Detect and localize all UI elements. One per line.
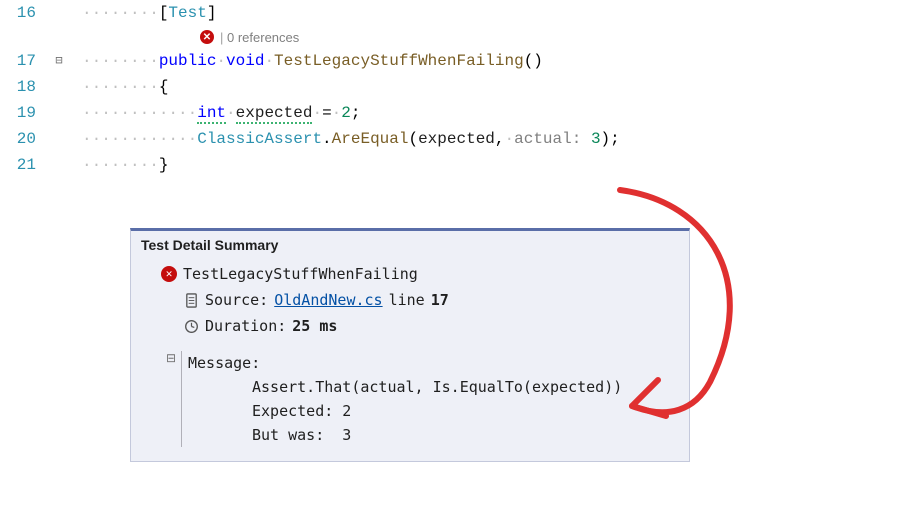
source-line-word: line [389, 287, 425, 313]
codelens-references[interactable]: 0 references [227, 30, 299, 45]
code-line[interactable]: 19 ············int·expected·=·2; [0, 100, 900, 126]
code-editor[interactable]: 16 ········[Test]✕| 0 references17⊟ ······… [0, 0, 900, 178]
code-line[interactable]: 21 ········} [0, 152, 900, 178]
line-number: 20 [0, 126, 44, 152]
source-file-link[interactable]: OldAndNew.cs [274, 287, 382, 313]
test-name-row: ✕ TestLegacyStuffWhenFailing [161, 261, 671, 287]
duration-label: Duration: [205, 313, 286, 339]
line-number: 19 [0, 100, 44, 126]
source-label: Source: [205, 287, 268, 313]
code-line[interactable]: 18 ········{ [0, 74, 900, 100]
code-line[interactable]: 16 ········[Test] [0, 0, 900, 26]
fold-toggle[interactable]: ⊟ [50, 48, 68, 74]
code-line[interactable]: 20 ············ClassicAssert.AreEqual(exp… [0, 126, 900, 152]
collapse-toggle[interactable]: ⊟ [161, 351, 181, 447]
message-block: ⊟ Message: Assert.That(actual, Is.EqualT… [161, 351, 671, 447]
code-text[interactable]: ········} [82, 152, 168, 178]
test-name: TestLegacyStuffWhenFailing [183, 261, 418, 287]
line-number: 18 [0, 74, 44, 100]
message-label-row: Message: [188, 351, 671, 375]
clock-icon [183, 318, 199, 334]
duration-row: Duration: 25 ms [161, 313, 671, 339]
message-label: Message: [188, 351, 260, 375]
source-line-number: 17 [431, 287, 449, 313]
code-text[interactable]: ············ClassicAssert.AreEqual(expec… [82, 126, 620, 152]
code-text[interactable]: ············int·expected·=·2; [82, 100, 361, 126]
message-line: But was: 3 [188, 423, 671, 447]
line-number: 16 [0, 0, 44, 26]
test-detail-summary-panel: Test Detail Summary ✕ TestLegacyStuffWhe… [130, 228, 690, 462]
document-icon [183, 292, 199, 308]
code-text[interactable]: ········public·void·TestLegacyStuffWhenF… [82, 48, 543, 74]
line-number: 17 [0, 48, 44, 74]
code-text[interactable]: ········{ [82, 74, 168, 100]
code-text[interactable]: ········[Test] [82, 0, 216, 26]
line-number: 21 [0, 152, 44, 178]
source-row: Source: OldAndNew.cs line 17 [161, 287, 671, 313]
panel-body: ✕ TestLegacyStuffWhenFailing Source: Old… [131, 259, 689, 447]
codelens-row[interactable]: ✕| 0 references [0, 26, 900, 48]
error-icon: ✕ [200, 30, 214, 44]
message-line: Assert.That(actual, Is.EqualTo(expected)… [188, 375, 671, 399]
panel-title: Test Detail Summary [131, 231, 689, 259]
message-line: Expected: 2 [188, 399, 671, 423]
duration-value: 25 ms [292, 313, 337, 339]
fail-icon: ✕ [161, 266, 177, 282]
code-line[interactable]: 17⊟ ········public·void·TestLegacyStuffWh… [0, 48, 900, 74]
